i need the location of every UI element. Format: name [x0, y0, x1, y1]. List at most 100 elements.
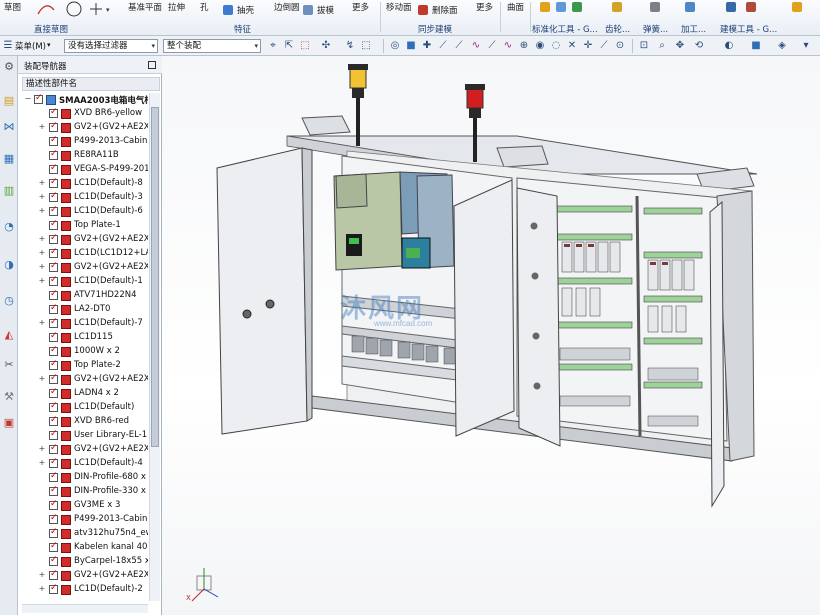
- tree-row[interactable]: LADN4 x 2: [18, 387, 148, 401]
- roles-icon[interactable]: ▣: [2, 416, 16, 430]
- standard-tool-icon[interactable]: [556, 2, 566, 12]
- tree-row[interactable]: ATV71HD22N4: [18, 289, 148, 303]
- select-all-icon[interactable]: ✣: [320, 40, 332, 52]
- visibility-checkbox[interactable]: [49, 149, 58, 160]
- history-icon[interactable]: ◑: [2, 258, 16, 272]
- snap-point-icon[interactable]: ✚: [421, 40, 433, 52]
- curve-point-icon[interactable]: ∿: [470, 40, 482, 52]
- visibility-checkbox[interactable]: [49, 415, 58, 426]
- tree-row[interactable]: VEGA-S-P499-201: [18, 163, 148, 177]
- expand-icon[interactable]: +: [38, 235, 46, 243]
- visibility-checkbox[interactable]: [49, 247, 58, 258]
- tree-row[interactable]: + LC1D(Default)-8: [18, 177, 148, 191]
- chevron-down-icon[interactable]: ▾: [47, 41, 51, 49]
- tree-row[interactable]: DIN-Profile-330 x: [18, 485, 148, 499]
- cube-icon[interactable]: ■: [405, 40, 417, 52]
- extra-tool-icon[interactable]: [792, 2, 802, 12]
- tree-row[interactable]: XVD BR6-yellow: [18, 107, 148, 121]
- tree-root[interactable]: − SMAA2003电箱电气柜: [18, 93, 148, 107]
- zoom-icon[interactable]: ⌕: [656, 40, 668, 52]
- tree-row[interactable]: + LC1D(Default)-4: [18, 457, 148, 471]
- ribbon-edge-blend[interactable]: 边倒圆: [274, 1, 300, 13]
- tree-row[interactable]: GV3ME x 3: [18, 499, 148, 513]
- layer-icon[interactable]: ◈: [776, 40, 788, 52]
- web-browser-icon[interactable]: ◔: [2, 220, 16, 234]
- expand-icon[interactable]: +: [38, 375, 46, 383]
- part-navigator-icon[interactable]: ▦: [2, 152, 16, 166]
- visibility-checkbox[interactable]: [49, 177, 58, 188]
- tree-row[interactable]: Kabelen kanal 40: [18, 541, 148, 555]
- graphics-window[interactable]: X 沐风网 www.mfcad.com: [162, 56, 820, 615]
- ribbon-sketch[interactable]: 草图: [4, 1, 21, 13]
- visibility-checkbox[interactable]: [49, 107, 58, 118]
- existing-point-icon[interactable]: ✛: [582, 40, 594, 52]
- horizontal-scrollbar[interactable]: [22, 604, 148, 613]
- scrollbar-thumb[interactable]: [151, 107, 159, 447]
- point-on-face-icon[interactable]: ⟋: [598, 40, 610, 52]
- modeling-tool-icon[interactable]: [746, 2, 756, 12]
- gear-tool-icon[interactable]: [612, 2, 622, 12]
- tree-row[interactable]: 1000W x 2: [18, 345, 148, 359]
- expand-icon[interactable]: +: [38, 319, 46, 327]
- vertical-scrollbar[interactable]: [149, 93, 160, 601]
- column-header[interactable]: 描述性部件名: [22, 77, 160, 91]
- standard-tool-icon[interactable]: [540, 2, 550, 12]
- line-icon[interactable]: ⟋: [437, 40, 449, 52]
- visibility-checkbox[interactable]: [34, 93, 43, 104]
- intersection-icon[interactable]: ✕: [566, 40, 578, 52]
- expand-icon[interactable]: +: [38, 585, 46, 593]
- visibility-checkbox[interactable]: [49, 163, 58, 174]
- visibility-checkbox[interactable]: [49, 345, 58, 356]
- gear-icon[interactable]: ⚙: [2, 60, 16, 74]
- fit-icon[interactable]: ⊡: [638, 40, 650, 52]
- visibility-checkbox[interactable]: [49, 471, 58, 482]
- tree-row[interactable]: RE8RA11B: [18, 149, 148, 163]
- tree-row[interactable]: + GV2+(GV2+AE2X: [18, 233, 148, 247]
- ribbon-shell[interactable]: 抽壳: [237, 4, 254, 16]
- group-standard-tools[interactable]: 标准化工具 - G...: [532, 23, 598, 35]
- visibility-checkbox[interactable]: [49, 527, 58, 538]
- tree-row[interactable]: + LC1D(Default)-3: [18, 191, 148, 205]
- visibility-checkbox[interactable]: [49, 331, 58, 342]
- spline-icon[interactable]: ∿: [502, 40, 514, 52]
- visibility-checkbox[interactable]: [49, 135, 58, 146]
- tree-row[interactable]: + GV2+(GV2+AE2X: [18, 569, 148, 583]
- tree-row[interactable]: atv312hu75n4_ew: [18, 527, 148, 541]
- maximize-icon[interactable]: [148, 61, 156, 69]
- rotate-icon[interactable]: ⟲: [693, 40, 705, 52]
- visibility-checkbox[interactable]: [49, 457, 58, 468]
- tree-row[interactable]: P499-2013-Cabine: [18, 513, 148, 527]
- tree-row[interactable]: ByCarpel-18x55 x: [18, 555, 148, 569]
- group-machining[interactable]: 加工...: [681, 23, 706, 35]
- end-point-icon[interactable]: ⟋: [453, 40, 465, 52]
- tree-row[interactable]: + GV2+(GV2+AE2X: [18, 373, 148, 387]
- ribbon-datum-plane[interactable]: 基准平面: [128, 1, 162, 13]
- select-icon[interactable]: ⇱: [283, 40, 295, 52]
- tree-row[interactable]: + LC1D(Default)-1: [18, 275, 148, 289]
- sketch-tools-icon[interactable]: ▾: [34, 0, 114, 20]
- group-spring[interactable]: 弹簧...: [643, 23, 668, 35]
- visibility-checkbox[interactable]: [49, 513, 58, 524]
- reuse-library-icon[interactable]: ▥: [2, 184, 16, 198]
- more-icon[interactable]: ▾: [800, 40, 812, 52]
- tree-row[interactable]: LA2-DT0: [18, 303, 148, 317]
- visibility-checkbox[interactable]: [49, 205, 58, 216]
- visibility-checkbox[interactable]: [49, 401, 58, 412]
- visibility-checkbox[interactable]: [49, 373, 58, 384]
- tree-row[interactable]: User Library-EL-1: [18, 429, 148, 443]
- visibility-checkbox[interactable]: [49, 443, 58, 454]
- standard-tool-icon[interactable]: [572, 2, 582, 12]
- expand-icon[interactable]: +: [38, 123, 46, 131]
- tree-row[interactable]: P499-2013-Cabin: [18, 135, 148, 149]
- menu-icon[interactable]: ☰: [2, 40, 14, 52]
- ribbon-move-face[interactable]: 移动面: [386, 1, 412, 13]
- group-modeling-tools[interactable]: 建模工具 - G...: [720, 23, 777, 35]
- visibility-checkbox[interactable]: [49, 429, 58, 440]
- visibility-checkbox[interactable]: [49, 317, 58, 328]
- expand-icon[interactable]: +: [38, 207, 46, 215]
- tree-row[interactable]: + LC1D(Default)-6: [18, 205, 148, 219]
- machining-tool-icon[interactable]: [685, 2, 695, 12]
- quadrant-icon[interactable]: ◌: [550, 40, 562, 52]
- tree-row[interactable]: + LC1D(Default)-2: [18, 583, 148, 597]
- assembly-scope-select[interactable]: 整个装配 ▾: [163, 39, 261, 53]
